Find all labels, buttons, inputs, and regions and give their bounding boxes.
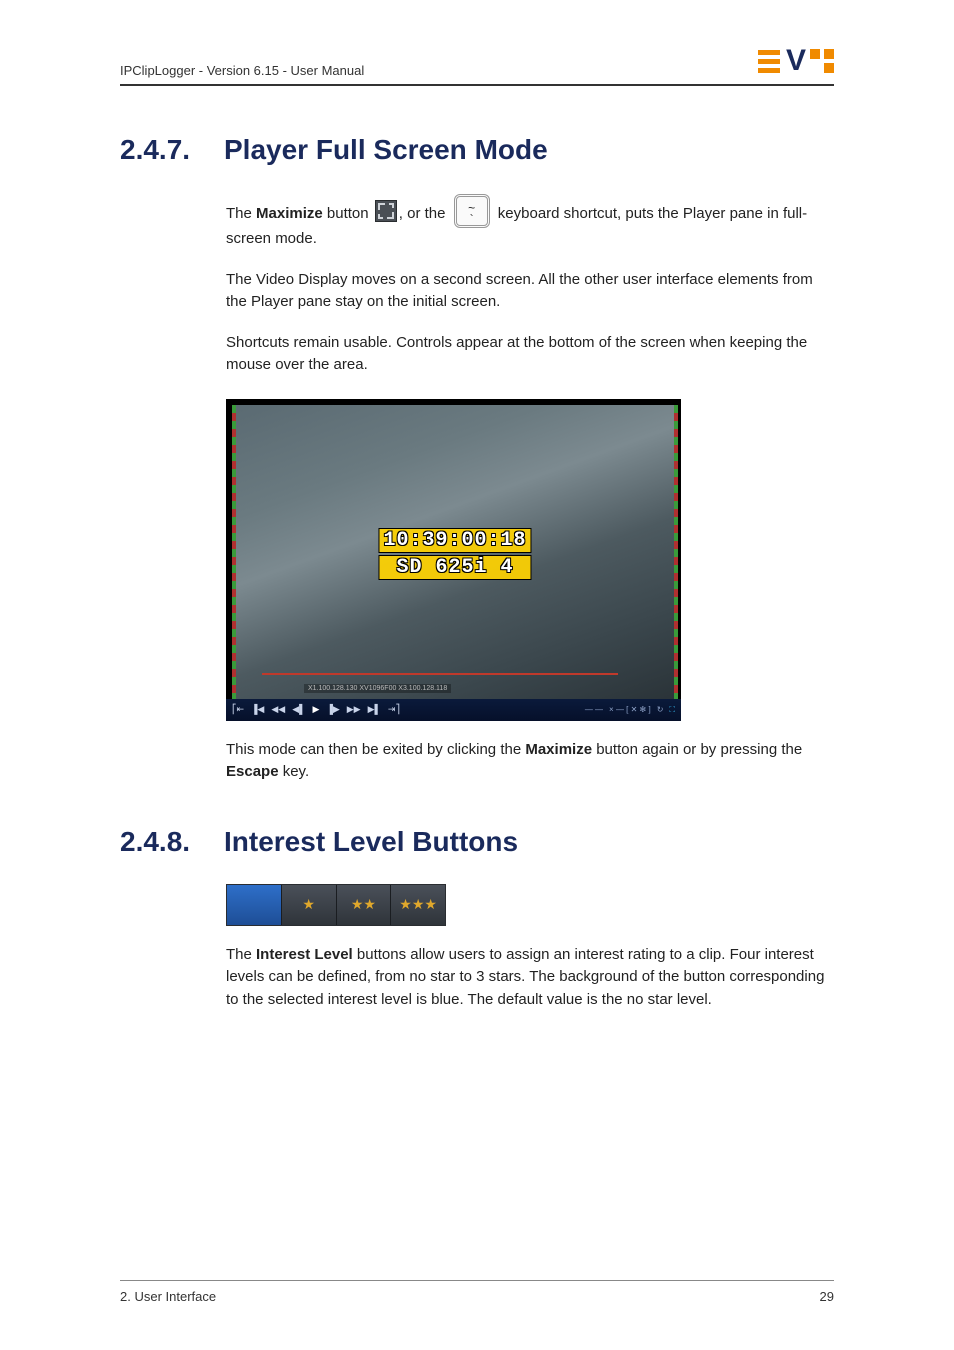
section-number: 2.4.8. <box>120 826 188 858</box>
video-display: 10:39:00:18 SD 625i 4 X1.100.128.130 XV1… <box>226 399 681 699</box>
skip-back-icon[interactable]: ▐◀ <box>251 704 264 715</box>
footer-page-number: 29 <box>820 1289 834 1304</box>
interest-level-0-button[interactable] <box>227 885 281 925</box>
forward-icon[interactable]: ▶▶ <box>347 704 361 715</box>
backtick-key-icon[interactable] <box>454 194 490 228</box>
timecode-line2: SD 625i 4 <box>378 555 531 580</box>
ctrl-maximize-icon[interactable]: ⛶ <box>669 705 675 715</box>
section-title: Player Full Screen Mode <box>224 134 548 166</box>
goto-in-icon[interactable]: ⎡⇤ <box>232 704 244 715</box>
interest-level-1-button[interactable]: ★ <box>281 885 336 925</box>
paragraph: This mode can then be exited by clicking… <box>226 739 834 784</box>
interest-level-figure: ★ ★★ ★★★ <box>226 884 446 926</box>
bold-maximize: Maximize <box>256 205 323 222</box>
logo-squares-icon <box>810 49 834 73</box>
paragraph: The Interest Level buttons allow users t… <box>226 944 834 1012</box>
goto-out-icon[interactable]: ⇥⎤ <box>388 704 400 715</box>
timecode-line1: 10:39:00:18 <box>378 528 531 553</box>
step-fwd-icon[interactable]: ▐▶ <box>326 704 339 715</box>
interest-level-3-button[interactable]: ★★★ <box>390 885 445 925</box>
bold-escape: Escape <box>226 763 279 780</box>
section-number: 2.4.7. <box>120 134 188 166</box>
interest-level-2-button[interactable]: ★★ <box>336 885 391 925</box>
evs-logo: V <box>758 44 834 78</box>
header-text: IPClipLogger - Version 6.15 - User Manua… <box>120 63 364 78</box>
logo-letter: V <box>786 44 804 78</box>
page-footer: 2. User Interface 29 <box>120 1280 834 1304</box>
paragraph: Shortcuts remain usable. Controls appear… <box>226 332 834 377</box>
scene-stripe <box>262 673 618 675</box>
player-fullscreen-figure: 10:39:00:18 SD 625i 4 X1.100.128.130 XV1… <box>226 399 681 721</box>
maximize-icon[interactable] <box>375 200 397 222</box>
rewind-icon[interactable]: ◀◀ <box>271 704 285 715</box>
timecode-overlay: 10:39:00:18 SD 625i 4 <box>378 528 531 580</box>
bold-interest-level: Interest Level <box>256 946 353 963</box>
section-title: Interest Level Buttons <box>224 826 518 858</box>
step-back-icon[interactable]: ◀▌ <box>292 704 305 715</box>
ctrl-dashes[interactable]: — — <box>585 705 603 714</box>
section-248-heading: 2.4.8. Interest Level Buttons <box>120 826 834 858</box>
paragraph: The Maximize button , or the keyboard sh… <box>226 194 834 251</box>
skip-fwd-icon[interactable]: ▶▌ <box>368 704 381 715</box>
play-icon[interactable]: ▶ <box>313 704 320 715</box>
player-controls: ⎡⇤ ▐◀ ◀◀ ◀▌ ▶ ▐▶ ▶▶ ▶▌ ⇥⎤ — — × — [ ✕ ✻ … <box>226 699 681 721</box>
scene-label: X1.100.128.130 XV1096F00 X3.100.128.118 <box>304 684 451 693</box>
ctrl-markers[interactable]: × — [ ✕ ✻ ] <box>609 705 651 714</box>
section-247-heading: 2.4.7. Player Full Screen Mode <box>120 134 834 166</box>
footer-left: 2. User Interface <box>120 1289 216 1304</box>
paragraph: The Video Display moves on a second scre… <box>226 269 834 314</box>
ctrl-loop[interactable]: ↻ <box>657 705 664 714</box>
page-header: IPClipLogger - Version 6.15 - User Manua… <box>120 44 834 86</box>
bold-maximize: Maximize <box>525 741 592 758</box>
logo-bars-icon <box>758 50 780 73</box>
